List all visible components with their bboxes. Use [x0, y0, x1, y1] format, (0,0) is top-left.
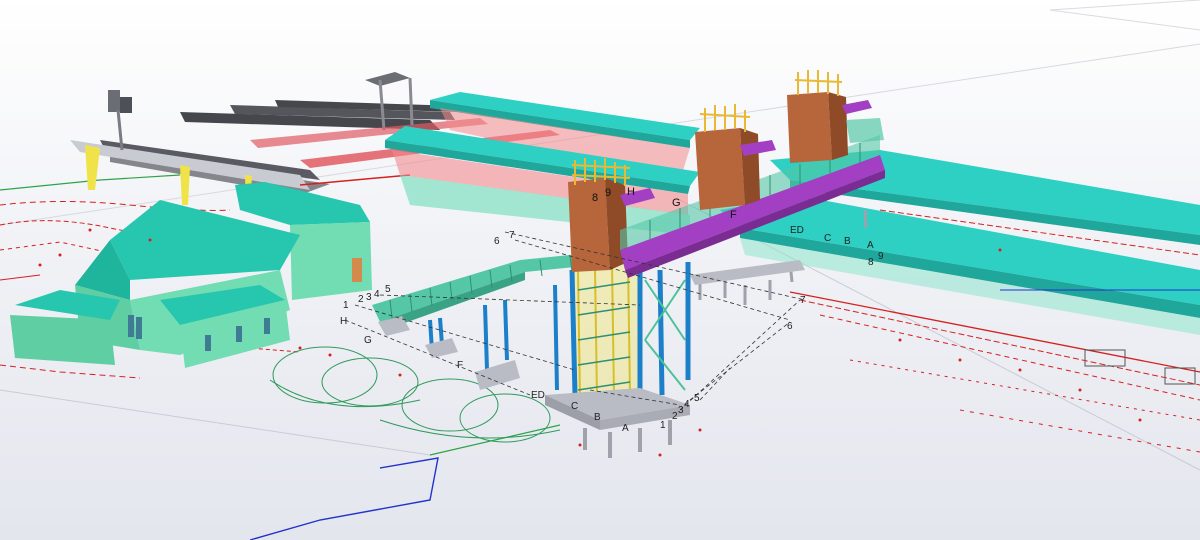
grid-label-7-right: 7: [800, 295, 806, 306]
grid-label-b-right: B: [844, 236, 851, 247]
grid-label-6-right: 6: [787, 321, 793, 332]
grid-label-a-right: A: [867, 240, 874, 251]
grid-label-8: 8: [592, 192, 598, 204]
site-circles: [269, 346, 561, 443]
grid-label-2-base: 2: [672, 411, 678, 422]
grid-label-5-base: 5: [694, 393, 700, 404]
grid-label-5: 5: [385, 284, 391, 295]
grid-label-6: 6: [494, 236, 500, 247]
grid-label-9: 9: [605, 187, 611, 199]
grid-label-ed-right: ED: [790, 225, 804, 236]
grid-label-8-right: 8: [868, 257, 874, 268]
grid-label-7: 7: [509, 230, 515, 241]
grid-label-2: 2: [358, 294, 364, 305]
grid-label-9-right: 9: [878, 251, 884, 262]
grid-label-f-lower: F: [457, 360, 463, 371]
grid-label-f: F: [730, 209, 737, 221]
grid-label-g: G: [672, 197, 681, 209]
grid-label-g-lower: G: [364, 335, 372, 346]
model-viewport[interactable]: 8 9 H G F 1 2 3 4 5 6 7 H G F ED C B A E…: [0, 0, 1200, 540]
grid-label-1-base: 1: [660, 420, 666, 431]
grid-label-a-lower: A: [622, 423, 629, 434]
grid-label-3-base: 3: [678, 405, 684, 416]
grid-label-1: 1: [343, 300, 349, 311]
grid-label-c-lower: C: [571, 401, 578, 412]
3d-model-canvas[interactable]: 8 9 H G F 1 2 3 4 5 6 7 H G F ED C B A E…: [0, 0, 1200, 540]
grid-label-b-lower: B: [594, 412, 601, 423]
grid-label-h-lower: H: [340, 316, 347, 327]
station-building: [10, 182, 372, 368]
grid-label-3: 3: [366, 292, 372, 303]
grid-label-ed-lower: ED: [531, 390, 545, 401]
grid-label-c-right: C: [824, 233, 831, 244]
grid-label-4-base: 4: [684, 399, 690, 410]
grid-label-4: 4: [374, 289, 380, 300]
grid-label-h: H: [627, 186, 635, 198]
